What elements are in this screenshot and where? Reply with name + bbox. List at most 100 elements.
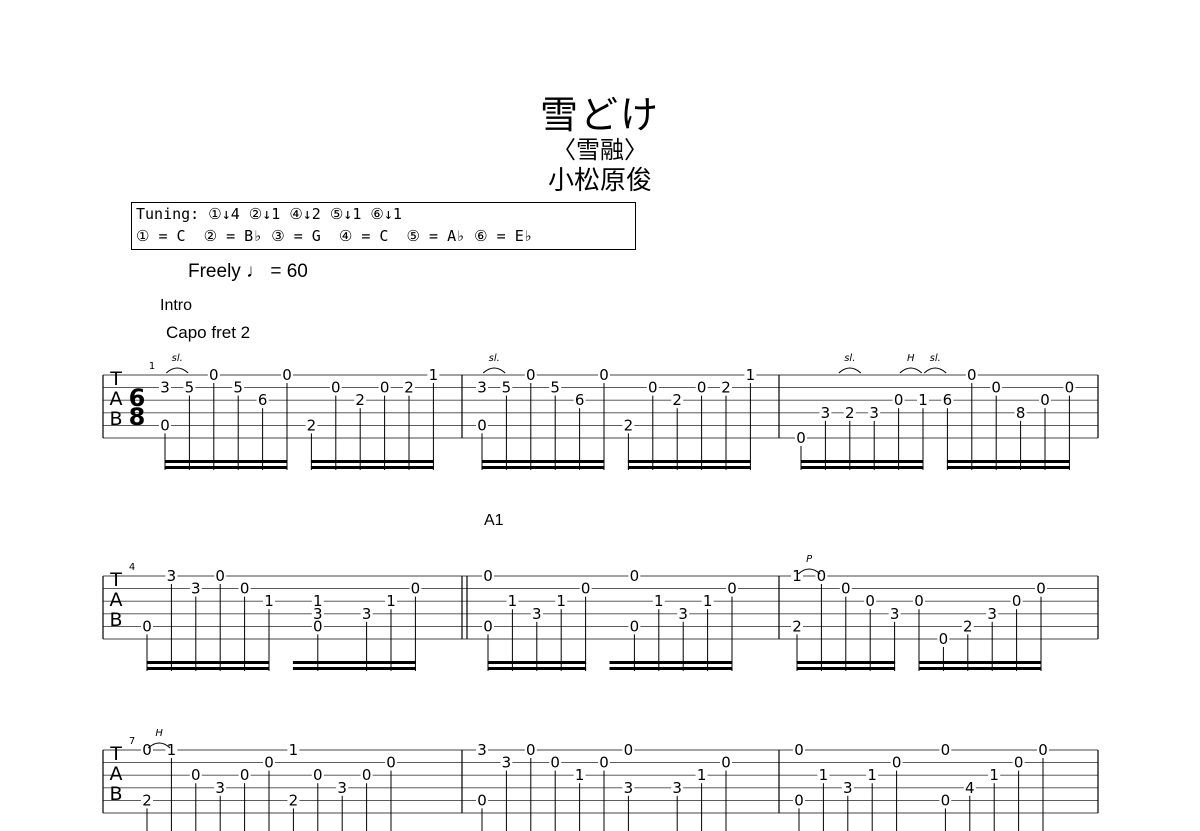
technique-mark: sl. — [489, 353, 500, 364]
tab-clef-letter: A — [110, 589, 123, 611]
fret-number: 0 — [894, 391, 904, 409]
fret-number: 2 — [307, 416, 317, 434]
fret-number: 3 — [160, 379, 170, 397]
fret-number: 0 — [1036, 580, 1046, 598]
fret-number: 1 — [386, 592, 396, 610]
beam — [946, 466, 1070, 469]
beam — [800, 460, 924, 463]
beam — [627, 466, 751, 469]
fret-number: 0 — [599, 366, 609, 384]
fret-number: 0 — [630, 567, 640, 585]
fret-number: 3 — [167, 567, 177, 585]
fret-number: 0 — [581, 580, 591, 598]
fret-number: 3 — [502, 754, 512, 772]
beam — [146, 661, 270, 664]
slur-arc — [923, 367, 947, 374]
fret-number: 0 — [191, 766, 201, 784]
fret-number: 6 — [258, 391, 268, 409]
fret-number: 1 — [792, 567, 802, 585]
fret-number: 0 — [841, 580, 851, 598]
fret-number: 2 — [289, 791, 299, 809]
fret-number: 0 — [209, 366, 219, 384]
beam — [481, 466, 605, 469]
technique-mark: P — [806, 554, 813, 565]
measure-number: 1 — [149, 361, 155, 372]
beam — [310, 460, 434, 463]
tab-clef-letter: T — [109, 743, 122, 765]
fret-number: 3 — [678, 605, 688, 623]
beam — [292, 661, 416, 664]
fret-number: 0 — [142, 617, 152, 635]
fret-number: 3 — [532, 605, 542, 623]
fret-number: 0 — [794, 741, 804, 759]
tab-clef-letter: B — [109, 408, 122, 430]
fret-number: 0 — [1014, 754, 1024, 772]
fret-number: 3 — [843, 779, 853, 797]
fret-number: 1 — [167, 741, 177, 759]
fret-number: 5 — [233, 379, 243, 397]
fret-number: 0 — [264, 754, 274, 772]
fret-number: 3 — [624, 779, 634, 797]
fret-number: 0 — [240, 766, 250, 784]
fret-number: 0 — [362, 766, 372, 784]
fret-number: 1 — [697, 766, 707, 784]
fret-number: 0 — [865, 592, 875, 610]
fret-number: 8 — [1016, 404, 1026, 422]
fret-number: 3 — [362, 605, 372, 623]
fret-number: 0 — [240, 580, 250, 598]
fret-number: 1 — [575, 766, 585, 784]
fret-number: 0 — [215, 567, 225, 585]
tab-clef-letter: A — [110, 763, 123, 785]
fret-number: 3 — [477, 379, 487, 397]
fret-number: 0 — [630, 617, 640, 635]
fret-number: 4 — [965, 779, 975, 797]
fret-number: 1 — [429, 366, 439, 384]
fret-number: 0 — [796, 429, 806, 447]
beam — [146, 667, 270, 670]
fret-number: 0 — [313, 766, 323, 784]
beam — [609, 661, 733, 664]
fret-number: 2 — [672, 391, 682, 409]
fret-number: 5 — [502, 379, 512, 397]
beam — [164, 460, 288, 463]
technique-mark: H — [155, 728, 163, 739]
fret-number: 0 — [160, 416, 170, 434]
fret-number: 0 — [967, 366, 977, 384]
fret-number: 2 — [721, 379, 731, 397]
fret-number: 1 — [703, 592, 713, 610]
beam — [487, 661, 587, 664]
fret-number: 3 — [191, 580, 201, 598]
tab-clef-letter: B — [109, 609, 122, 631]
tab-clef-letter: B — [109, 783, 122, 805]
fret-number: 3 — [821, 404, 831, 422]
fret-number: 2 — [404, 379, 414, 397]
fret-number: 0 — [721, 754, 731, 772]
fret-number: 0 — [282, 366, 292, 384]
fret-number: 0 — [477, 791, 487, 809]
fret-number: 3 — [890, 605, 900, 623]
technique-mark: sl. — [930, 353, 941, 364]
technique-mark: sl. — [172, 353, 183, 364]
fret-number: 0 — [1065, 379, 1075, 397]
beam — [918, 661, 1042, 664]
measure-number: 7 — [129, 736, 135, 747]
technique-mark: sl. — [844, 353, 855, 364]
fret-number: 5 — [185, 379, 195, 397]
fret-number: 2 — [792, 617, 802, 635]
fret-number: 1 — [989, 766, 999, 784]
beam — [796, 667, 896, 670]
slur-arc — [899, 367, 923, 374]
fret-number: 3 — [215, 779, 225, 797]
beam — [796, 661, 896, 664]
fret-number: 0 — [697, 379, 707, 397]
fret-number: 1 — [556, 592, 566, 610]
fret-number: 0 — [939, 630, 949, 648]
beam — [487, 667, 587, 670]
fret-number: 0 — [526, 741, 536, 759]
fret-number: 2 — [845, 404, 855, 422]
fret-number: 0 — [142, 741, 152, 759]
fret-number: 3 — [869, 404, 879, 422]
fret-number: 1 — [819, 766, 829, 784]
tab-clef-letter: T — [109, 368, 122, 390]
fret-number: 0 — [380, 379, 390, 397]
